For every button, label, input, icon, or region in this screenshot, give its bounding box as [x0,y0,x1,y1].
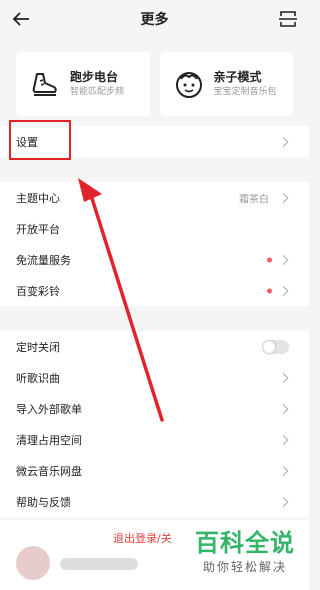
running-radio-card[interactable]: 跑步电台 智能匹配步频 [16,52,150,116]
running-shoe-icon [32,73,57,96]
card-title: 亲子模式 [213,70,262,84]
page-title: 更多 [140,12,169,28]
arrow-left-icon[interactable] [10,8,32,30]
logout-button[interactable]: 退出登录/关 [113,530,172,546]
avatar [16,546,50,580]
chevron-right-icon [278,254,289,265]
chevron-right-icon [278,403,289,414]
highlight-box [9,120,71,160]
song-recognition-row[interactable]: 听歌识曲 [0,362,309,393]
row-label: 听歌识曲 [16,371,60,385]
child-face-icon [175,72,202,98]
group-1: 主题中心 霜茶白 开放平台 免流量服务 百变彩铃 [0,182,309,306]
blurred-username [60,558,138,570]
weiyun-drive-row[interactable]: 微云音乐网盘 [0,455,309,486]
theme-center-row[interactable]: 主题中心 霜茶白 [0,182,309,213]
chevron-right-icon [278,434,289,445]
ringtone-row[interactable]: 百变彩铃 [0,275,309,306]
chevron-right-icon [278,192,289,203]
scan-icon[interactable] [277,8,299,30]
import-playlist-row[interactable]: 导入外部歌单 [0,393,309,424]
feature-cards: 跑步电台 智能匹配步频 亲子模式 宝宝定制音乐包 [16,52,293,116]
chevron-right-icon [278,136,289,147]
theme-value: 霜茶白 [239,194,269,205]
row-label: 微云音乐网盘 [16,464,82,478]
top-bar: 更多 [0,0,309,38]
open-platform-row[interactable]: 开放平台 [0,213,309,244]
chevron-right-icon [278,496,289,507]
watermark: 百科全说 助你轻松解决 [195,528,295,576]
clear-storage-row[interactable]: 清理占用空间 [0,424,309,455]
group-2: 定时关闭 听歌识曲 导入外部歌单 清理占用空间 微云音乐网盘 帮助与反馈 [0,331,309,517]
chevron-right-icon [278,285,289,296]
row-label: 百变彩铃 [16,284,60,298]
row-label: 开放平台 [16,222,60,236]
watermark-subtitle: 助你轻松解决 [202,560,287,574]
card-title: 跑步电台 [70,70,119,84]
free-data-row[interactable]: 免流量服务 [0,244,309,275]
watermark-title: 百科全说 [195,529,295,557]
sleep-timer-row: 定时关闭 [0,331,309,362]
row-label: 主题中心 [16,191,60,205]
row-label: 帮助与反馈 [16,495,71,509]
row-label: 导入外部歌单 [16,402,82,416]
card-subtitle: 宝宝定制音乐包 [213,87,277,97]
chevron-right-icon [278,465,289,476]
chevron-right-icon [278,372,289,383]
card-subtitle: 智能匹配步频 [70,87,125,97]
row-label: 定时关闭 [16,340,60,354]
kids-mode-card[interactable]: 亲子模式 宝宝定制音乐包 [159,52,293,116]
bottom-area: 退出登录/关 百科全说 助你轻松解决 [0,520,309,590]
red-dot-badge [267,257,272,262]
sleep-timer-toggle[interactable] [262,339,289,354]
row-label: 免流量服务 [16,253,71,267]
red-dot-badge [267,288,272,293]
row-label: 清理占用空间 [16,433,82,447]
help-feedback-row[interactable]: 帮助与反馈 [0,486,309,517]
